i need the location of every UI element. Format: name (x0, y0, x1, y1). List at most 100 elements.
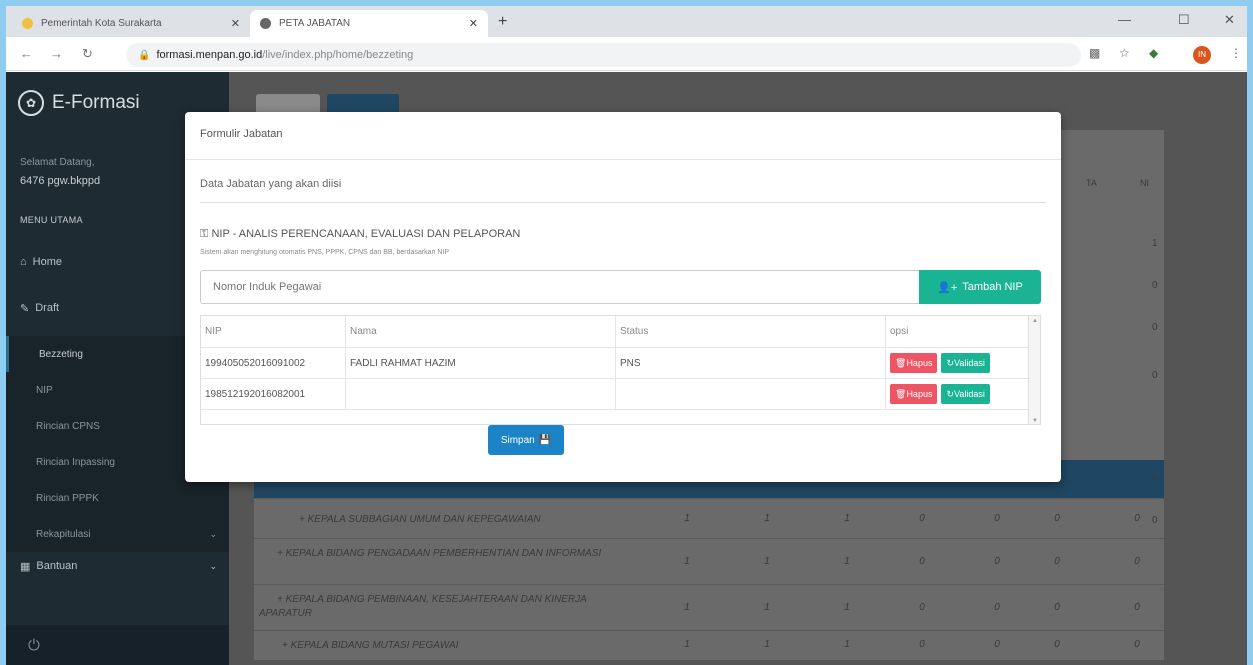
globe-icon (260, 18, 271, 29)
translate-icon[interactable]: ▩ (1089, 46, 1100, 60)
nip-table: NIP Nama Status opsi 199405052016091002 … (200, 315, 1041, 425)
background-button[interactable] (256, 94, 320, 114)
tab-pemerintah[interactable]: Pemerintah Kota Surakarta ✕ (12, 10, 250, 37)
table-scrollbar[interactable]: ▲ ▼ (1028, 316, 1040, 424)
brand-name: E-Formasi (52, 92, 140, 113)
background-button[interactable] (327, 94, 399, 114)
scroll-up-icon[interactable]: ▲ (1032, 318, 1038, 324)
hapus-button[interactable]: 🗑 Hapus (890, 384, 938, 404)
table-cell: 0 (994, 556, 1000, 567)
table-row[interactable]: + KEPALA BIDANG PENGADAAN PEMBERHENTIAN … (254, 538, 1164, 584)
back-icon[interactable]: ← (20, 46, 33, 61)
avatar[interactable]: IN (1193, 46, 1211, 64)
button-label: Simpan (500, 434, 535, 446)
table-cell: 0 (919, 602, 925, 613)
url-domain: formasi.menpan.go.id (156, 49, 263, 61)
jabatan-note: Sistem akan menghitung otomatis PNS, PPP… (200, 249, 450, 256)
sidebar-item-rincian-pppk[interactable]: Rincian PPPK (6, 480, 229, 516)
hapus-button[interactable]: 🗑 Hapus (890, 353, 938, 373)
close-tab-icon[interactable]: ✕ (469, 17, 478, 30)
status-cell: PNS (616, 348, 886, 378)
tab-peta-jabatan[interactable]: PETA JABATAN ✕ (250, 10, 488, 37)
table-cell: 0 (919, 556, 925, 567)
table-cell: 0 (1152, 370, 1158, 381)
nama-cell: FADLI RAHMAT HAZIM (346, 348, 616, 378)
new-tab-button[interactable]: + (498, 13, 507, 31)
url-field[interactable]: 🔒 formasi.menpan.go.id /live/index.php/h… (126, 43, 1081, 67)
table-row[interactable]: + KEPALA SUBBAGIAN UMUM DAN KEPEGAWAIAN … (254, 498, 1164, 538)
user-name: 6476 pgw.bkppd (20, 175, 101, 187)
tab-bar: Pemerintah Kota Surakarta ✕ PETA JABATAN… (6, 6, 1247, 37)
sidebar-item-label: NIP (36, 384, 53, 396)
sidebar-item-rekapitulasi[interactable]: Rekapitulasi ⌄ (6, 516, 229, 552)
brand[interactable]: ✿ E-Formasi (18, 90, 140, 116)
column-header-nama: Nama (346, 316, 616, 347)
refresh-icon: ↻ (946, 388, 954, 399)
table-header-cell: NI (1140, 178, 1149, 188)
sidebar-item-label: Home (32, 256, 62, 268)
lock-icon: 🔒 (138, 49, 151, 61)
chevron-down-icon: ⌄ (209, 560, 217, 571)
table-cell: 0 (1134, 639, 1140, 650)
jabatan-name: + KEPALA BIDANG MUTASI PEGAWAI (282, 640, 459, 651)
table-header-cell: TA (1086, 178, 1097, 188)
jabatan-name: + KEPALA BIDANG PEMBINAAN, KESEJAHTERAAN… (259, 594, 587, 619)
sidebar-item-label: Rincian Inpassing (36, 456, 115, 468)
validasi-button[interactable]: ↻ Validasi (941, 353, 990, 373)
table-cell: 0 (919, 639, 925, 650)
table-cell: 0 (1152, 322, 1158, 333)
welcome-text: Selamat Datang, (20, 157, 95, 168)
table-cell: 0 (919, 513, 925, 524)
table-cell: 0 (994, 602, 1000, 613)
table-cell: 0 (1134, 513, 1140, 524)
jabatan-label: NIP - ANALIS PERENCANAAN, EVALUASI DAN P… (211, 228, 521, 240)
close-tab-icon[interactable]: ✕ (231, 17, 240, 30)
sidebar-item-label: Rekapitulasi (36, 528, 91, 540)
minimize-icon[interactable]: — (1118, 12, 1131, 27)
validasi-button[interactable]: ↻ Validasi (941, 384, 990, 404)
table-cell: 1 (844, 639, 850, 650)
reload-icon[interactable]: ↻ (82, 46, 93, 62)
add-user-icon: 👤+ (937, 281, 958, 294)
table-cell: 1 (1152, 238, 1158, 249)
table-cell: 1 (684, 556, 690, 567)
table-cell: 0 (1134, 602, 1140, 613)
save-icon: 💾 (538, 434, 552, 446)
menu-dots-icon[interactable]: ⋮ (1230, 46, 1242, 60)
table-cell: 0 (1054, 556, 1060, 567)
nip-cell: 198512192016082001 (201, 379, 346, 409)
nip-input[interactable] (200, 270, 920, 304)
maximize-icon[interactable]: ☐ (1178, 12, 1190, 28)
table-row[interactable]: + KEPALA BIDANG PEMBINAAN, KESEJAHTERAAN… (254, 584, 1164, 630)
formulir-jabatan-modal: Formulir Jabatan Data Jabatan yang akan … (185, 112, 1061, 482)
table-cell: 1 (764, 556, 770, 567)
sidebar-item-label: Rincian CPNS (36, 420, 100, 432)
sidebar-item-bantuan[interactable]: ▦ Bantuan ⌄ (6, 548, 229, 584)
extension-icon[interactable]: ◆ (1149, 46, 1158, 60)
table-cell: 1 (684, 639, 690, 650)
forward-icon[interactable]: → (50, 46, 63, 61)
table-cell: 0 (994, 639, 1000, 650)
button-label: Validasi (954, 389, 985, 399)
table-row[interactable]: + KEPALA BIDANG MUTASI PEGAWAI 1 1 1 0 0… (254, 630, 1164, 660)
sidebar-item-label: Bantuan (36, 560, 78, 572)
jabatan-name: + KEPALA BIDANG PENGADAAN PEMBERHENTIAN … (277, 548, 602, 559)
scroll-down-icon[interactable]: ▼ (1032, 418, 1038, 424)
table-header: NIP Nama Status opsi (201, 316, 1029, 348)
table-cell: 1 (684, 513, 690, 524)
button-label: Tambah NIP (962, 281, 1023, 293)
tambah-nip-button[interactable]: 👤+ Tambah NIP (919, 270, 1041, 304)
opsi-cell: 🗑 Hapus ↻ Validasi (886, 379, 1029, 409)
grid-icon: ▦ (20, 560, 31, 573)
key-icon: ⚿ (200, 228, 212, 240)
simpan-button[interactable]: Simpan 💾 (488, 425, 564, 455)
power-icon[interactable]: ⏻ (6, 625, 229, 665)
trash-icon: 🗑 (895, 388, 907, 399)
logo-icon: ✿ (18, 90, 44, 116)
nama-cell (346, 379, 616, 409)
trash-icon: 🗑 (895, 357, 907, 368)
close-window-icon[interactable]: ✕ (1224, 12, 1235, 28)
star-icon[interactable]: ☆ (1119, 46, 1130, 60)
chevron-down-icon: ⌄ (209, 528, 217, 539)
table-cell: 0 (1054, 513, 1060, 524)
